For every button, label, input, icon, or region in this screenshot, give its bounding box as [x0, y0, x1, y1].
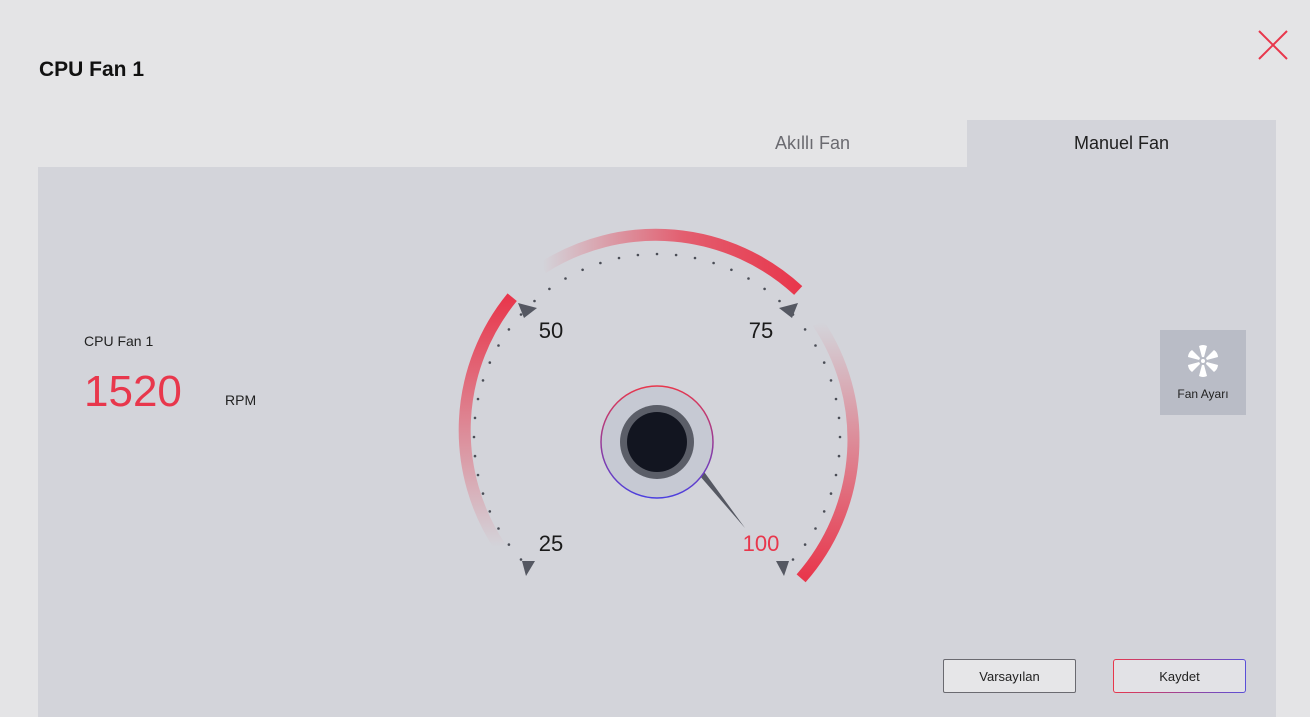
- gauge-tick-dot: [791, 558, 795, 561]
- gauge-tick-dot: [814, 527, 817, 530]
- gauge-tick-dot: [834, 473, 838, 477]
- fan-settings-button[interactable]: Fan Ayarı: [1160, 330, 1246, 415]
- gauge-tick-dot: [476, 473, 480, 477]
- gauge-tick-dot: [763, 287, 766, 291]
- gauge-tick-dot: [747, 277, 750, 280]
- gauge-label-100: 100: [743, 531, 780, 556]
- gauge-tick-dot: [822, 510, 826, 513]
- gauge-tick-dot: [803, 328, 807, 331]
- fan-speed-gauge[interactable]: 50 75 25 100: [420, 210, 900, 610]
- gauge-arc-left: [458, 293, 517, 551]
- gauge-marker-75: [779, 303, 798, 318]
- gauge-tick-dot: [533, 299, 536, 303]
- gauge-tick-dot: [655, 252, 659, 256]
- gauge-tick-dot: [519, 313, 523, 316]
- gauge-tick-dot: [581, 268, 584, 272]
- tab-manual-fan[interactable]: Manuel Fan: [967, 120, 1276, 167]
- gauge-tick-dot: [507, 543, 511, 546]
- gauge-tick-dot: [834, 397, 838, 401]
- gauge-tick-dot: [617, 256, 621, 260]
- gauge-tick-dot: [497, 527, 500, 530]
- gauge-tick-dot: [488, 361, 492, 364]
- gauge-tick-dot: [507, 328, 511, 331]
- gauge-tick-dot: [488, 510, 492, 513]
- gauge-tick-dot: [599, 261, 602, 265]
- gauge-tick-dot: [693, 256, 697, 260]
- gauge-tick-dot: [829, 492, 833, 495]
- gauge-tick-dot: [564, 277, 567, 280]
- gauge-tick-dot: [473, 416, 477, 420]
- gauge-tick-dot: [837, 454, 841, 458]
- tab-smart-fan[interactable]: Akıllı Fan: [658, 120, 967, 167]
- gauge-tick-dot: [473, 454, 477, 458]
- gauge-tick-dot: [548, 287, 551, 291]
- gauge-tick-dot: [481, 492, 485, 495]
- save-button[interactable]: Kaydet: [1113, 659, 1246, 693]
- gauge-marker-25: [522, 561, 535, 576]
- gauge-tick-dot: [472, 435, 476, 439]
- gauge-tick-dot: [481, 379, 485, 382]
- default-button[interactable]: Varsayılan: [943, 659, 1076, 693]
- gauge-tick-dot: [822, 361, 826, 364]
- gauge-arc-right: [796, 319, 860, 583]
- gauge-tick-dot: [814, 344, 817, 347]
- gauge-arc-top: [539, 228, 803, 295]
- gauge-label-25: 25: [539, 531, 563, 556]
- gauge-tick-dot: [837, 416, 841, 420]
- gauge-label-75: 75: [749, 318, 773, 343]
- gauge-tick-dot: [674, 253, 678, 257]
- gauge-tick-dot: [829, 379, 833, 382]
- rpm-unit: RPM: [225, 392, 257, 408]
- fan-settings-label: Fan Ayarı: [1177, 387, 1229, 401]
- gauge-tick-dot: [636, 253, 640, 257]
- gauge-tick-dot: [778, 299, 781, 303]
- fan-icon: [1188, 345, 1218, 377]
- gauge-tick-dot: [519, 558, 523, 561]
- gauge-tick-dot: [712, 261, 715, 265]
- gauge-tick-dot: [497, 344, 500, 347]
- gauge-marker-100: [776, 561, 789, 576]
- rpm-value: 1520: [84, 367, 182, 416]
- gauge-tick-dot: [803, 543, 807, 546]
- gauge-tick-dot: [730, 268, 733, 272]
- gauge-tick-dot: [476, 397, 480, 401]
- gauge-label-50: 50: [539, 318, 563, 343]
- close-icon[interactable]: [1254, 26, 1292, 64]
- fan-name-label: CPU Fan 1: [84, 333, 154, 349]
- gauge-hub-inner: [627, 412, 687, 472]
- gauge-tick-dot: [838, 435, 842, 439]
- window-title: CPU Fan 1: [39, 58, 145, 81]
